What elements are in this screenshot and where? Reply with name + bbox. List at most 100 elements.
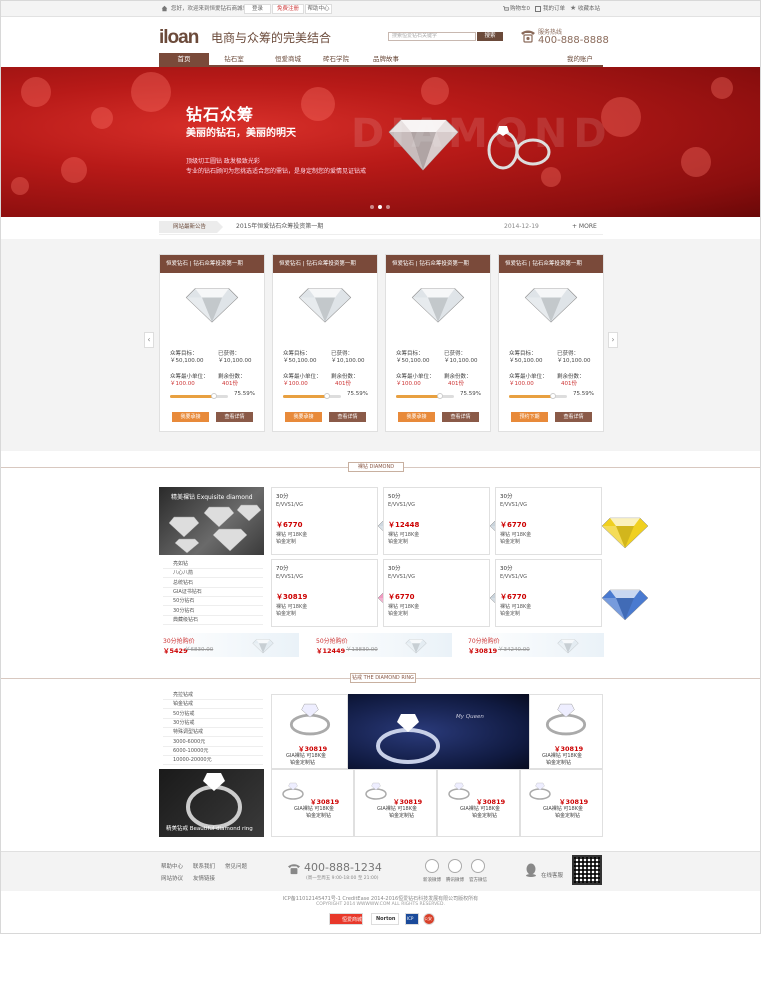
ring-category-link[interactable]: 30分钻戒 bbox=[173, 719, 194, 726]
ring-product-card[interactable]: ￥30819 GIA裸钻 可18K金 铂金定制钻 bbox=[529, 694, 603, 769]
badge-mall[interactable]: 恒爱商城 bbox=[329, 913, 363, 925]
funding-card[interactable]: 恒爱钻石 | 钻石众筹投资第一期 众筹目标： 已获得： ￥50,100.00 ￥10,1… bbox=[498, 254, 604, 432]
diamond-weight: 30分 bbox=[388, 566, 401, 572]
ring-image[interactable] bbox=[525, 778, 555, 806]
ring-category-link[interactable]: 10000-20000元 bbox=[173, 756, 212, 763]
funding-card-title[interactable]: 恒爱钻石 | 钻石众筹投资第一期 bbox=[386, 255, 490, 273]
diamond-product-card[interactable]: 70分 E/VVS1/VG ￥30819 裸钻 可18K金 铂金定制 bbox=[271, 559, 425, 627]
weibo-icon[interactable] bbox=[425, 859, 439, 873]
qq-service-label[interactable]: 在线客服 bbox=[541, 871, 563, 879]
search-input[interactable]: 搜索恒爱钻石关键字 bbox=[388, 32, 476, 41]
ring-category-link[interactable]: 亮拉钻戒 bbox=[173, 691, 193, 698]
ring-image[interactable] bbox=[361, 778, 391, 806]
diamond-category-link[interactable]: 总统钻石 bbox=[173, 579, 193, 586]
diamond-image[interactable] bbox=[410, 279, 466, 335]
diamond-desc: 裸钻 可18K金 bbox=[500, 604, 532, 610]
wechat-icon[interactable] bbox=[471, 859, 485, 873]
invest-button[interactable]: 我要承接 bbox=[398, 412, 435, 422]
prev-arrow-button[interactable]: ‹ bbox=[144, 332, 154, 348]
diamond-category-link[interactable]: 典藏级钻石 bbox=[173, 616, 198, 623]
ring-product-card[interactable]: ￥30819 GIA裸钻 可18K金 铂金定制钻 bbox=[354, 769, 437, 837]
flash-sale-strip[interactable]: 50分抢购价 ￥12449 ￥13830.00 bbox=[312, 633, 452, 657]
notice-more-link[interactable]: + MORE bbox=[572, 219, 597, 235]
ring-banner[interactable] bbox=[348, 694, 529, 769]
ring-product-card[interactable]: ￥30819 GIA裸钻 可18K金 铂金定制钻 bbox=[271, 694, 348, 769]
diamond-image[interactable] bbox=[297, 279, 353, 335]
footer-link-friends[interactable]: 友情链接 bbox=[193, 874, 215, 882]
slide-dot-active[interactable] bbox=[378, 205, 382, 209]
ring-desc: 铂金定制钻 bbox=[290, 760, 316, 766]
site-logo[interactable]: iloan bbox=[159, 27, 199, 49]
register-link[interactable]: 免费注册 bbox=[272, 4, 304, 14]
ring-image[interactable] bbox=[538, 699, 594, 741]
funding-card[interactable]: 恒爱钻石 | 钻石众筹投资第一期 众筹目标： 已获得： ￥50,100.00 ￥10,1… bbox=[159, 254, 265, 432]
diamond-product-card[interactable]: 30分 E/VVS1/VG ￥6770 裸钻 可18K金 铂金定制 bbox=[383, 559, 537, 627]
footer-link-agreement[interactable]: 网站协议 bbox=[161, 874, 183, 882]
view-details-button[interactable]: 查看详情 bbox=[442, 412, 479, 422]
footer-link-faq[interactable]: 常见问题 bbox=[225, 862, 247, 870]
login-link[interactable]: 登录 bbox=[244, 4, 271, 14]
diamond-product-card[interactable]: 30分 E/VVS1/VG ￥6770 裸钻 可18K金 铂金定制 bbox=[495, 487, 649, 555]
view-details-button[interactable]: 查看详情 bbox=[216, 412, 253, 422]
ring-category-link[interactable]: 3000-6000元 bbox=[173, 738, 205, 745]
funding-card-title[interactable]: 恒爱钻石 | 钻石众筹投资第一期 bbox=[273, 255, 377, 273]
next-arrow-button[interactable]: › bbox=[608, 332, 618, 348]
tencent-weibo-icon[interactable] bbox=[448, 859, 462, 873]
ring-category-link[interactable]: 铂金钻戒 bbox=[173, 700, 193, 707]
ring-image[interactable] bbox=[282, 699, 338, 741]
slide-dot[interactable] bbox=[370, 205, 374, 209]
view-details-button[interactable]: 查看详情 bbox=[329, 412, 366, 422]
diamond-category-link[interactable]: 50分钻石 bbox=[173, 597, 194, 604]
search-button[interactable]: 搜索 bbox=[477, 32, 503, 41]
ring-image[interactable] bbox=[444, 778, 474, 806]
view-details-button[interactable]: 查看详情 bbox=[555, 412, 592, 422]
nav-item-academy[interactable]: 砖石学院 bbox=[311, 53, 361, 65]
help-link[interactable]: 帮助中心 bbox=[305, 4, 332, 14]
nav-item-diamond-room[interactable]: 钻石室 bbox=[209, 53, 259, 65]
ring-product-card[interactable]: ￥30819 GIA裸钻 可18K金 铂金定制钻 bbox=[437, 769, 520, 837]
home-icon[interactable] bbox=[161, 5, 168, 12]
nav-item-home[interactable]: 首页 bbox=[159, 53, 209, 65]
diamond-product-card[interactable]: 30分 E/VVS1/VG ￥6770 裸钻 可18K金 铂金定制 bbox=[495, 559, 649, 627]
invest-button[interactable]: 预约下期 bbox=[511, 412, 548, 422]
funding-card[interactable]: 恒爱钻石 | 钻石众筹投资第一期 众筹目标： 已获得： ￥50,100.00 ￥10,1… bbox=[385, 254, 491, 432]
invest-button[interactable]: 我要承接 bbox=[285, 412, 322, 422]
ring-product-card[interactable]: ￥30819 GIA裸钻 可18K金 铂金定制钻 bbox=[520, 769, 603, 837]
diamond-image[interactable] bbox=[523, 279, 579, 335]
funding-card-title[interactable]: 恒爱钻石 | 钻石众筹投资第一期 bbox=[160, 255, 264, 273]
funding-card[interactable]: 恒爱钻石 | 钻石众筹投资第一期 众筹目标： 已获得： ￥50,100.00 ￥10,1… bbox=[272, 254, 378, 432]
cart-link[interactable]: 购物车0 bbox=[510, 1, 530, 17]
ring-product-card[interactable]: ￥30819 GIA裸钻 可18K金 铂金定制钻 bbox=[271, 769, 354, 837]
badge-icp[interactable]: ICP bbox=[405, 913, 419, 925]
ring-category-link[interactable]: 50分钻戒 bbox=[173, 710, 194, 717]
badge-police[interactable]: 公安 bbox=[423, 913, 435, 925]
diamond-category-link[interactable]: 八心八箭 bbox=[173, 569, 193, 576]
flash-sale-strip[interactable]: 30分抢购价 ￥5429 ￥6830.00 bbox=[159, 633, 299, 657]
badge-norton[interactable]: Norton bbox=[371, 913, 399, 925]
diamond-category-link[interactable]: 30分钻石 bbox=[173, 607, 194, 614]
ring-category-link[interactable]: 特殊调型钻戒 bbox=[173, 728, 203, 735]
orders-link[interactable]: 我的订单 bbox=[543, 1, 565, 17]
nav-item-mall[interactable]: 恒爱商城 bbox=[263, 53, 313, 65]
footer-link-contact[interactable]: 联系我们 bbox=[193, 862, 215, 870]
invest-button[interactable]: 我要承接 bbox=[172, 412, 209, 422]
diamond-product-card[interactable]: 30分 E/VVS1/VG ￥6770 裸钻 可18K金 铂金定制 bbox=[271, 487, 425, 555]
target-value: ￥50,100.00 bbox=[509, 358, 543, 364]
diamond-image[interactable] bbox=[184, 279, 240, 335]
ring-image[interactable] bbox=[278, 778, 308, 806]
cart-icon[interactable] bbox=[503, 6, 510, 12]
notice-text[interactable]: 2015年恒爱钻石众筹投资第一期 bbox=[236, 219, 323, 235]
flash-sale-strip[interactable]: 70分抢购价 ￥30819 ￥34240.00 bbox=[464, 633, 604, 657]
slide-dot[interactable] bbox=[386, 205, 390, 209]
footer-link-help[interactable]: 帮助中心 bbox=[161, 862, 183, 870]
diamond-product-card[interactable]: 50分 E/VVS1/VG ￥12448 裸钻 可18K金 铂金定制 bbox=[383, 487, 537, 555]
favorite-link[interactable]: 收藏本站 bbox=[578, 1, 600, 17]
funding-card-title[interactable]: 恒爱钻石 | 钻石众筹投资第一期 bbox=[499, 255, 603, 273]
qq-icon[interactable] bbox=[525, 863, 537, 877]
nav-item-brand-story[interactable]: 品牌故事 bbox=[361, 53, 411, 65]
diamond-category-link[interactable]: GIA证书钻石 bbox=[173, 588, 202, 595]
nav-item-account[interactable]: 我的账户 bbox=[557, 53, 603, 65]
ring-category-link[interactable]: 6000-10000元 bbox=[173, 747, 208, 754]
footer-phone-hours: (周一至周五 9:00-18:00 至 21:00) bbox=[306, 876, 379, 881]
diamond-category-link[interactable]: 亮如钻 bbox=[173, 560, 188, 567]
